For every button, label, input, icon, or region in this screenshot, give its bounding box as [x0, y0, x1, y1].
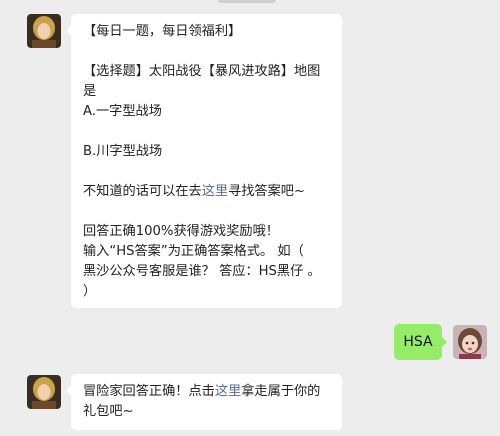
hint-text-before: 不知道的话可以在去	[83, 184, 202, 199]
here-link[interactable]: 这里	[202, 184, 228, 199]
reply-message-bubble: 冒险家回答正确！点击这里拿走属于你的 礼包吧~	[66, 374, 342, 430]
hint-text-after: 寻找答案吧~	[228, 184, 306, 199]
bot-avatar[interactable]	[27, 375, 61, 409]
message-line: 【每日一题，每日领福利】	[83, 24, 242, 39]
bot-avatar[interactable]	[27, 14, 61, 48]
message-line: 黑沙公众号客服是谁？ 答应：HS黑仔 。	[83, 264, 321, 279]
message-line: 是	[83, 84, 97, 99]
message-line: A.一字型战场	[83, 104, 162, 119]
bot-avatar-icon	[27, 14, 61, 48]
message-line: B.川字型战场	[83, 144, 163, 159]
top-tab-sliver	[218, 0, 276, 3]
gift-link[interactable]: 这里	[215, 384, 241, 399]
reply-line: 冒险家回答正确！点击这里拿走属于你的	[83, 382, 330, 402]
reply-text-after: 拿走属于你的	[241, 384, 321, 399]
message-line: 输入“HS答案”为正确答案格式。 如（	[83, 244, 304, 259]
message-line: 回答正确100%获得游戏奖励哦！	[83, 224, 279, 239]
message-line: ）	[83, 284, 97, 299]
hint-line: 不知道的话可以在去这里寻找答案吧~	[83, 182, 330, 202]
user-avatar[interactable]	[453, 325, 487, 359]
user-avatar-icon	[453, 325, 487, 359]
user-answer-text: HSA	[403, 334, 433, 350]
reply-line-2: 礼包吧~	[83, 404, 134, 419]
message-line: 【选择题】太阳战役【暴风进攻路】地图	[83, 64, 321, 79]
question-message-bubble: 【每日一题，每日领福利】 【选择题】太阳战役【暴风进攻路】地图 是 A.一字型战…	[66, 14, 342, 308]
bot-avatar-icon	[27, 375, 61, 409]
reply-text-before: 冒险家回答正确！点击	[83, 384, 215, 399]
user-answer-bubble: HSA	[394, 324, 447, 360]
